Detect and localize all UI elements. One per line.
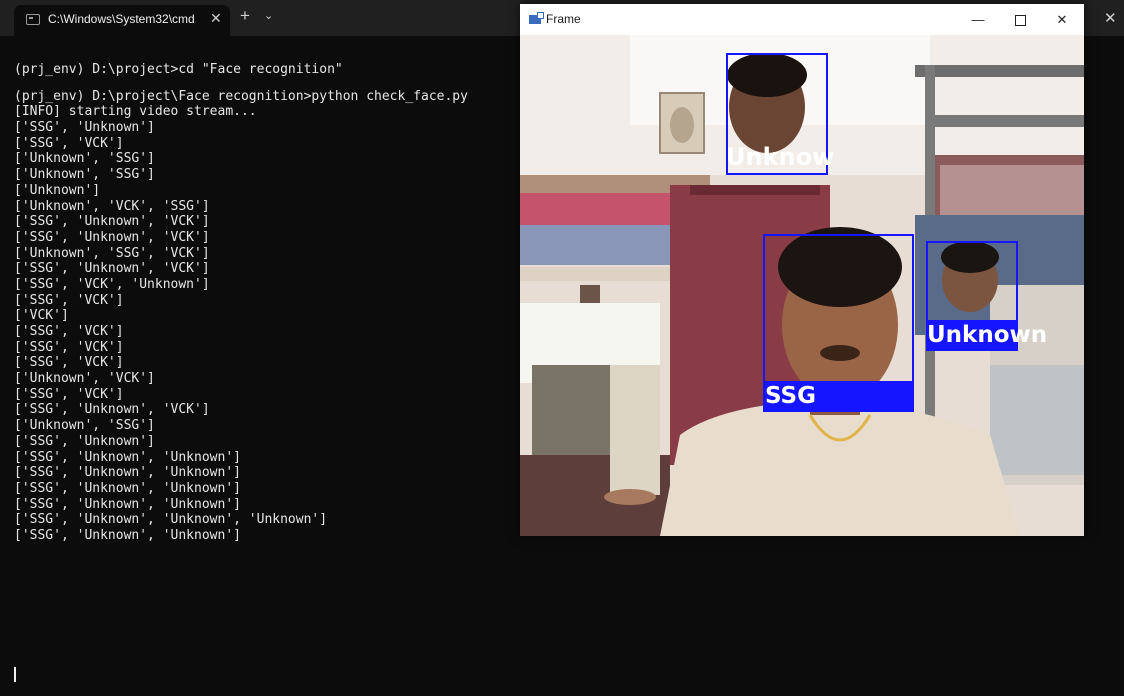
- terminal-line: ['SSG', 'Unknown', 'VCK']: [14, 261, 210, 277]
- terminal-line: ['SSG', 'VCK']: [14, 324, 124, 339]
- terminal-line: ['Unknown', 'VCK', 'SSG']: [14, 198, 210, 214]
- terminal-line: ['SSG', 'VCK']: [14, 292, 124, 308]
- terminal-line: ['SSG', 'Unknown', 'VCK']: [14, 402, 210, 418]
- terminal-line: ['SSG', 'VCK']: [14, 135, 124, 151]
- terminal-line: ['SSG', 'Unknown', 'Unknown']: [14, 465, 241, 481]
- terminal-line: ['SSG', 'VCK', 'Unknown']: [14, 276, 210, 292]
- terminal-line: ['Unknown']: [14, 182, 101, 198]
- terminal-icon: [26, 14, 40, 25]
- terminal-line: ['SSG', 'Unknown', 'VCK']: [14, 229, 210, 245]
- terminal-line: ['SSG', 'Unknown', 'Unknown']: [14, 449, 241, 465]
- terminal-line: ['SSG', 'VCK']: [14, 355, 124, 371]
- terminal-line: ['Unknown', 'SSG']: [14, 418, 155, 434]
- terminal-line: ['VCK']: [14, 308, 69, 324]
- terminal-line: (prj_env) D:\project>cd "Face recognitio…: [14, 62, 343, 77]
- frame-app-icon: [529, 12, 544, 24]
- terminal-line: ['SSG', 'VCK']: [14, 386, 124, 402]
- maximize-icon[interactable]: [1000, 8, 1040, 32]
- terminal-line: (prj_env) D:\project\Face recognition>py…: [14, 88, 468, 104]
- terminal-line: ['Unknown', 'SSG']: [14, 151, 155, 167]
- terminal-line: ['Unknown', 'VCK']: [14, 371, 155, 387]
- terminal-line: ['SSG', 'Unknown', 'Unknown']: [14, 480, 241, 496]
- video-feed: Unknow SSG Unknown: [520, 35, 1084, 536]
- terminal-line: ['SSG', 'Unknown', 'Unknown']: [14, 496, 241, 512]
- frame-titlebar[interactable]: Frame — ✕: [520, 4, 1084, 35]
- terminal-line: ['SSG', 'Unknown']: [14, 120, 155, 136]
- minimize-icon[interactable]: —: [958, 8, 998, 32]
- chevron-down-icon[interactable]: ⌄: [264, 9, 273, 22]
- terminal-line: ['SSG', 'Unknown', 'VCK']: [14, 214, 210, 230]
- terminal-line: ['SSG', 'Unknown']: [14, 433, 155, 449]
- frame-title: Frame: [546, 12, 581, 26]
- terminal-line: [INFO] starting video stream...: [14, 104, 257, 120]
- close-icon[interactable]: ✕: [1042, 8, 1082, 32]
- detection-label-top: Unknow: [726, 143, 835, 171]
- frame-window: Frame — ✕ Unknow SSG Unknown: [520, 4, 1084, 536]
- terminal-line: ['SSG', 'Unknown', 'Unknown', 'Unknown']: [14, 512, 328, 528]
- terminal-tab[interactable]: C:\Windows\System32\cmd.e ✕: [14, 5, 230, 36]
- detection-label-right: Unknown: [927, 322, 1048, 348]
- text-cursor: [14, 667, 16, 682]
- terminal-line: ['Unknown', 'SSG']: [14, 167, 155, 183]
- terminal-line: ['SSG', 'VCK']: [14, 339, 124, 355]
- tab-title: C:\Windows\System32\cmd.e: [48, 12, 196, 26]
- plus-icon[interactable]: +: [240, 6, 250, 26]
- tab-close-icon[interactable]: ✕: [210, 10, 222, 27]
- detection-label-center: SSG: [763, 381, 914, 412]
- terminal-line: ['SSG', 'Unknown', 'Unknown']: [14, 527, 241, 543]
- terminal-output[interactable]: (prj_env) D:\project>cd "Face recognitio…: [14, 62, 514, 544]
- window-close-icon[interactable]: ✕: [1104, 9, 1117, 27]
- terminal-line: ['Unknown', 'SSG', 'VCK']: [14, 245, 210, 261]
